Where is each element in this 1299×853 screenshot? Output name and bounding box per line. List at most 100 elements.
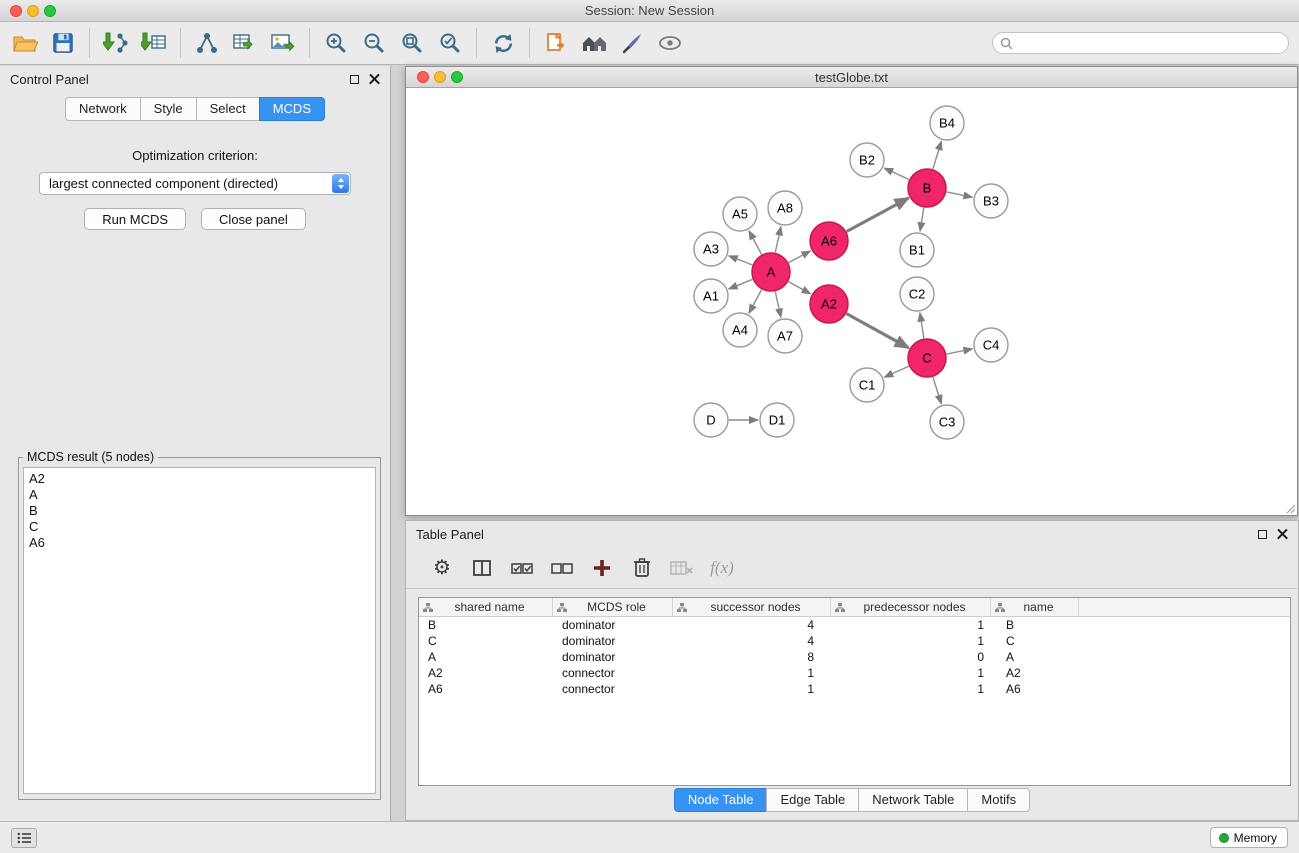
edge-B-B3[interactable]: [947, 192, 973, 197]
apply-style-icon[interactable]: [613, 25, 651, 61]
column-sort-icon[interactable]: [423, 603, 433, 612]
edge-A-A2[interactable]: [789, 282, 811, 294]
edge-B-B4[interactable]: [933, 141, 942, 169]
float-table-panel-icon[interactable]: [1258, 530, 1267, 539]
search-field[interactable]: [992, 32, 1289, 54]
minimize-window-button[interactable]: [27, 5, 39, 17]
node-C2[interactable]: C2: [900, 277, 934, 311]
table-cell[interactable]: A2: [419, 666, 553, 680]
table-cell[interactable]: 0: [831, 650, 991, 664]
table-cell[interactable]: A6: [991, 682, 1079, 696]
table-cell[interactable]: 1: [831, 634, 991, 648]
node-A1[interactable]: A1: [694, 279, 728, 313]
node-A[interactable]: A: [752, 253, 790, 291]
table-cell[interactable]: A6: [419, 682, 553, 696]
network-canvas[interactable]: B4B2BB3A5A8A6B1A3AC2A1A2A4A7C4CC1C3DD1: [406, 89, 1297, 515]
close-panel-button[interactable]: Close panel: [201, 208, 306, 230]
edge-A-A7[interactable]: [775, 292, 781, 318]
float-panel-icon[interactable]: [350, 75, 359, 84]
table-cell[interactable]: connector: [553, 666, 673, 680]
zoom-in-icon[interactable]: [317, 25, 355, 61]
table-cell[interactable]: 4: [673, 618, 831, 632]
column-sort-icon[interactable]: [835, 603, 845, 612]
edge-A-A4[interactable]: [749, 290, 762, 314]
edge-A6-B[interactable]: [847, 198, 909, 231]
network-minimize-button[interactable]: [434, 71, 446, 83]
run-mcds-button[interactable]: Run MCDS: [84, 208, 186, 230]
table-row[interactable]: A6connector11A6: [419, 681, 1290, 697]
tab-motifs[interactable]: Motifs: [967, 788, 1030, 812]
import-network-from-file-icon[interactable]: [97, 25, 135, 61]
import-table-from-file-icon[interactable]: [135, 25, 173, 61]
table-cell[interactable]: A: [991, 650, 1079, 664]
node-A3[interactable]: A3: [694, 232, 728, 266]
select-all-rows-icon[interactable]: [504, 551, 540, 585]
close-window-button[interactable]: [10, 5, 22, 17]
table-row[interactable]: Cdominator41C: [419, 633, 1290, 649]
delete-table-icon[interactable]: [664, 551, 700, 585]
table-cell[interactable]: connector: [553, 682, 673, 696]
tab-network-table[interactable]: Network Table: [858, 788, 968, 812]
table-cell[interactable]: A: [419, 650, 553, 664]
node-C1[interactable]: C1: [850, 368, 884, 402]
table-cell[interactable]: 8: [673, 650, 831, 664]
export-image-icon[interactable]: [264, 25, 302, 61]
node-A8[interactable]: A8: [768, 191, 802, 225]
edge-A-A8[interactable]: [775, 227, 781, 253]
column-sort-icon[interactable]: [995, 603, 1005, 612]
table-settings-icon[interactable]: ⚙: [424, 551, 460, 585]
close-table-panel-icon[interactable]: [1277, 529, 1288, 540]
table-cell[interactable]: dominator: [553, 618, 673, 632]
column-header[interactable]: predecessor nodes: [831, 598, 991, 616]
zoom-out-icon[interactable]: [355, 25, 393, 61]
result-item[interactable]: A: [29, 487, 370, 503]
add-column-icon[interactable]: [584, 551, 620, 585]
deselect-all-rows-icon[interactable]: [544, 551, 580, 585]
node-C4[interactable]: C4: [974, 328, 1008, 362]
column-header[interactable]: name: [991, 598, 1079, 616]
column-header[interactable]: MCDS role: [553, 598, 673, 616]
table-row[interactable]: Bdominator41B: [419, 617, 1290, 633]
network-maximize-button[interactable]: [451, 71, 463, 83]
zoom-selected-icon[interactable]: [431, 25, 469, 61]
open-session-from-file-icon[interactable]: [537, 25, 575, 61]
column-header[interactable]: shared name: [419, 598, 553, 616]
function-builder-icon[interactable]: f(x): [704, 551, 740, 585]
home-icon[interactable]: [575, 25, 613, 61]
edge-C-C1[interactable]: [884, 366, 908, 377]
tab-style[interactable]: Style: [140, 97, 197, 121]
optimization-criterion-dropdown[interactable]: largest connected component (directed): [39, 172, 351, 195]
table-cell[interactable]: 1: [831, 666, 991, 680]
show-hide-graphics-details-icon[interactable]: [651, 25, 689, 61]
node-A2[interactable]: A2: [810, 285, 848, 323]
edge-A-A1[interactable]: [729, 279, 753, 289]
table-row[interactable]: Adominator80A: [419, 649, 1290, 665]
node-A5[interactable]: A5: [723, 197, 757, 231]
table-cell[interactable]: 4: [673, 634, 831, 648]
table-cell[interactable]: B: [419, 618, 553, 632]
node-B3[interactable]: B3: [974, 184, 1008, 218]
result-item[interactable]: C: [29, 519, 370, 535]
table-cell[interactable]: 1: [831, 682, 991, 696]
tab-edge-table[interactable]: Edge Table: [766, 788, 859, 812]
column-sort-icon[interactable]: [557, 603, 567, 612]
new-network-icon[interactable]: [188, 25, 226, 61]
node-A7[interactable]: A7: [768, 319, 802, 353]
node-A4[interactable]: A4: [723, 313, 757, 347]
column-header[interactable]: successor nodes: [673, 598, 831, 616]
table-cell[interactable]: C: [419, 634, 553, 648]
edge-A2-C[interactable]: [847, 314, 909, 348]
edge-A-A5[interactable]: [749, 231, 762, 255]
node-D1[interactable]: D1: [760, 403, 794, 437]
tab-select[interactable]: Select: [196, 97, 260, 121]
task-history-button[interactable]: [11, 828, 37, 848]
export-table-icon[interactable]: [226, 25, 264, 61]
memory-button[interactable]: Memory: [1210, 827, 1288, 848]
table-row[interactable]: A2connector11A2: [419, 665, 1290, 681]
tab-node-table[interactable]: Node Table: [674, 788, 768, 812]
save-session-icon[interactable]: [44, 25, 82, 61]
node-C[interactable]: C: [908, 339, 946, 377]
table-cell[interactable]: 1: [673, 682, 831, 696]
edge-C-C2[interactable]: [920, 313, 924, 338]
resize-grip[interactable]: [1284, 502, 1296, 514]
